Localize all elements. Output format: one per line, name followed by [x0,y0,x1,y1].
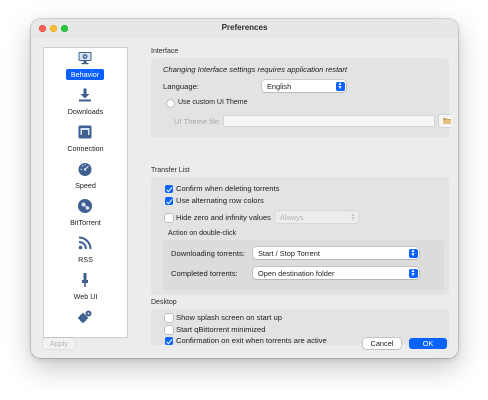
interface-group: Changing Interface settings requires app… [151,58,452,137]
sidebar-item-label: Speed [75,181,96,190]
sidebar-item-behavior[interactable]: Behavior [44,50,127,86]
confirm-delete-checkbox[interactable] [165,185,173,193]
sidebar-item-advanced[interactable] [44,309,127,337]
cancel-button[interactable]: Cancel [363,338,401,349]
sidebar-item-downloads[interactable]: Downloads [44,87,127,123]
sidebar-item-label: Connection [67,144,104,153]
confirm-delete-label: Confirm when deleting torrents [176,184,280,193]
language-select-value: English [267,81,292,91]
speedometer-icon [78,163,92,176]
hide-zero-checkbox[interactable] [165,214,173,222]
sidebar-item-label: RSS [78,255,93,264]
sidebar-item-label: Web UI [73,292,98,301]
alternating-rows-checkbox[interactable] [165,197,173,205]
transfer-list-group: Confirm when deleting torrents Use alter… [151,177,449,295]
confirm-exit-checkbox[interactable] [165,337,173,345]
downloading-action-value: Start / Stop Torrent [258,248,320,258]
downloading-action-select[interactable]: Start / Stop Torrent ▲ ▼ [253,247,419,259]
sidebar-item-speed[interactable]: Speed [44,161,127,197]
splash-screen-checkbox[interactable] [165,314,173,322]
sidebar-item-webui[interactable]: Web UI [44,272,127,308]
sidebar-item-label: Downloads [67,107,104,116]
start-minimized-label: Start qBittorrent minimized [176,325,266,334]
theme-file-input[interactable] [224,116,434,126]
completed-action-select[interactable]: Open destination folder ▲ ▼ [253,267,419,279]
monitor-icon [78,52,92,65]
web-ui-icon [82,273,88,287]
desktop-section-title: Desktop [151,299,177,306]
sidebar-item-bittorrent[interactable]: BitTorrent [44,198,127,234]
apply-button[interactable]: Apply [43,338,75,349]
theme-file-label: UI Theme file: [174,117,222,126]
hide-zero-label: Hide zero and infinity values [176,213,271,222]
settings-content: Interface Changing Interface settings re… [149,45,452,345]
sidebar-item-rss[interactable]: RSS [44,235,127,271]
download-icon [79,88,91,102]
custom-theme-label: Use custom UI Theme [178,99,248,106]
window-title: Preferences [221,23,268,32]
chevron-updown-icon: ▲ ▼ [335,81,345,91]
chevron-updown-icon: ▲ ▼ [350,211,356,222]
gears-icon [78,310,92,323]
chevron-updown-icon: ▲ ▼ [408,268,418,278]
interface-section-title: Interface [151,48,179,55]
sidebar-item-connection[interactable]: Connection [44,124,127,160]
preferences-window: Preferences Behavior Downloads Connectio… [31,19,458,358]
chevron-updown-icon: ▲ ▼ [408,248,418,258]
language-label: Language: [163,82,199,91]
start-minimized-checkbox[interactable] [165,326,173,334]
sidebar-item-label: BitTorrent [70,218,101,227]
restart-notice: Changing Interface settings requires app… [163,65,348,74]
folder-icon [443,118,451,124]
splash-screen-label: Show splash screen on start up [176,313,282,322]
preferences-sidebar: Behavior Downloads Connection Speed BitT… [43,47,128,338]
desktop-group: Show splash screen on start up Start qBi… [151,309,449,345]
completed-action-value: Open destination folder [258,268,335,278]
double-click-title: Action on double-click [168,230,237,237]
hide-zero-select-value: Always [280,212,304,222]
title-bar: Preferences [31,19,458,38]
network-connection-icon [78,125,92,139]
hide-zero-select[interactable]: Always ▲ ▼ [275,211,359,223]
ok-button[interactable]: OK [409,338,447,349]
alternating-rows-label: Use alternating row colors [176,196,264,205]
bittorrent-icon [78,199,92,213]
browse-theme-button[interactable] [439,115,452,127]
transfer-list-section-title: Transfer List [151,167,190,174]
custom-theme-checkbox[interactable] [167,100,174,107]
confirm-exit-label: Confirmation on exit when torrents are a… [176,336,327,345]
downloading-torrents-label: Downloading torrents: [171,249,245,258]
rss-icon [78,236,92,250]
language-select[interactable]: English ▲ ▼ [262,80,346,92]
completed-torrents-label: Completed torrents: [171,269,238,278]
sidebar-item-label: Behavior [66,69,104,80]
double-click-group: Downloading torrents: Start / Stop Torre… [163,240,444,290]
